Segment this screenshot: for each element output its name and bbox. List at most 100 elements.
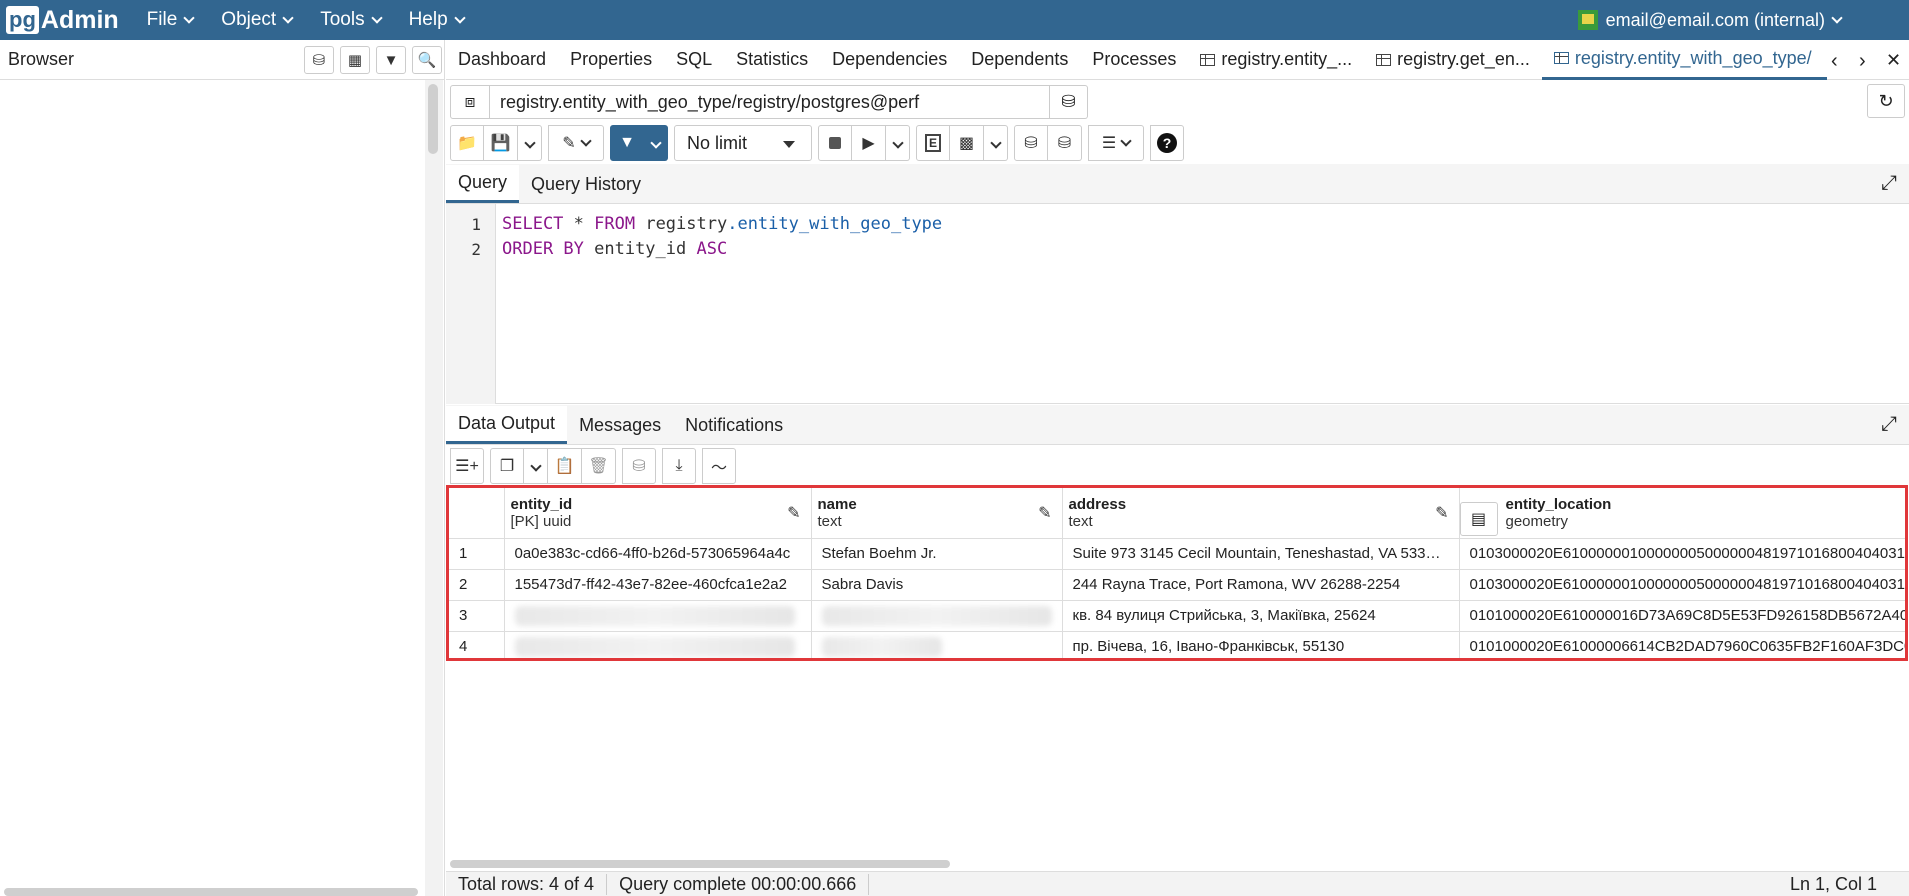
expand-icon[interactable]: ⤢: [1881, 413, 1897, 436]
cell-name[interactable]: Sabra Davis: [811, 569, 1063, 601]
connection-status-button[interactable]: ⧈: [450, 85, 490, 119]
paste-button[interactable]: 📋: [548, 448, 582, 484]
tab-data-output[interactable]: Data Output: [446, 406, 568, 444]
column-header-name[interactable]: name text ✎: [811, 488, 1063, 539]
cell-entity-location[interactable]: 0101000020E610000016D73A69C8D5E53FD92615…: [1459, 600, 1905, 632]
refresh-button[interactable]: ↻: [1867, 84, 1905, 118]
menu-help[interactable]: Help: [409, 9, 466, 31]
table-row[interactable]: 3 кв. 84 вулиця Стрийська, 3, Макіївка, …: [449, 600, 1905, 632]
view-data-button[interactable]: ▦: [340, 46, 370, 74]
explain-analyze-button[interactable]: ▩: [950, 125, 984, 161]
database-icon: ⛁: [1061, 92, 1076, 111]
open-file-button[interactable]: 📁: [450, 125, 484, 161]
cell-entity-id-redacted[interactable]: [504, 631, 812, 658]
filter-options-dropdown[interactable]: [644, 125, 668, 161]
cell-entity-location[interactable]: 0101000020E61000006614CB2DAD7960C0635FB2…: [1459, 631, 1905, 658]
user-avatar-icon: [1577, 10, 1598, 30]
tab-scroll-left-icon[interactable]: ‹: [1831, 50, 1838, 73]
pencil-icon: ✎: [562, 135, 576, 152]
table-row[interactable]: 1 0a0e383c-cd66-4ff0-b26d-573065964a4c S…: [449, 538, 1905, 570]
explain-button[interactable]: E: [916, 125, 950, 161]
cell-address[interactable]: 244 Rayna Trace, Port Ramona, WV 26288-2…: [1062, 569, 1460, 601]
column-header-entity-location[interactable]: ▤ entity_location geometry: [1459, 488, 1905, 539]
delete-button[interactable]: 🗑: [582, 448, 616, 484]
tab-scroll-right-icon[interactable]: ›: [1859, 50, 1866, 73]
tab-sql[interactable]: SQL: [664, 40, 724, 80]
menu-file[interactable]: File: [146, 9, 195, 31]
connection-selector[interactable]: registry.entity_with_geo_type/registry/p…: [490, 85, 1050, 119]
row-limit-select[interactable]: No limit: [674, 125, 812, 161]
help-button[interactable]: ?: [1150, 125, 1184, 161]
execute-options-dropdown[interactable]: [886, 125, 910, 161]
tab-statistics[interactable]: Statistics: [724, 40, 820, 80]
add-row-icon: ☰+: [455, 458, 479, 475]
data-toolbar: ☰+ ❐ 📋 🗑 ⛁ ⤓ 〜: [450, 447, 742, 485]
expand-icon[interactable]: ⤢: [1881, 172, 1897, 195]
stop-button[interactable]: [818, 125, 852, 161]
filter-button[interactable]: ▼: [610, 125, 644, 161]
cell-address[interactable]: Suite 973 3145 Cecil Mountain, Teneshast…: [1062, 538, 1460, 570]
line-numbers: 1 2: [446, 204, 496, 404]
cell-entity-location[interactable]: 0103000020E61000000100000005000000481971…: [1459, 538, 1905, 570]
commit-button[interactable]: ⛁: [1014, 125, 1048, 161]
menu-tools[interactable]: Tools: [320, 9, 383, 31]
pencil-icon: ✎: [787, 505, 801, 522]
copy-button[interactable]: ❐: [490, 448, 524, 484]
save-options-dropdown[interactable]: [518, 125, 542, 161]
tab-dependencies[interactable]: Dependencies: [820, 40, 959, 80]
tab-registry-entity[interactable]: registry.entity_...: [1188, 40, 1364, 80]
line-number: 2: [471, 240, 481, 259]
close-tab-icon[interactable]: ✕: [1886, 50, 1901, 71]
tab-query[interactable]: Query: [446, 165, 520, 203]
table-row[interactable]: 4 пр. Вічева, 16, Івано-Франківськ, 5513…: [449, 631, 1905, 658]
sql-editor[interactable]: 1 2 SELECT * FROM registry.entity_with_g…: [446, 204, 1909, 404]
cell-entity-id-redacted[interactable]: [504, 600, 812, 632]
tab-registry-entity-with-geo-type[interactable]: registry.entity_with_geo_type/: [1541, 40, 1827, 80]
cell-name[interactable]: Stefan Boehm Jr.: [811, 538, 1063, 570]
cell-name-redacted[interactable]: [811, 600, 1063, 632]
grid-horizontal-scrollbar[interactable]: [450, 860, 950, 868]
tab-messages[interactable]: Messages: [567, 406, 673, 444]
search-objects-button[interactable]: 🔍: [412, 46, 442, 74]
explain-options-dropdown[interactable]: [984, 125, 1008, 161]
edit-button[interactable]: ✎: [548, 125, 604, 161]
tab-notifications[interactable]: Notifications: [673, 406, 795, 444]
execute-button[interactable]: ▶: [852, 125, 886, 161]
browser-scroll-track: [425, 80, 443, 896]
save-file-button[interactable]: 💾: [484, 125, 518, 161]
tab-dashboard[interactable]: Dashboard: [446, 40, 558, 80]
menu-file-label: File: [146, 9, 178, 30]
tab-dependents[interactable]: Dependents: [959, 40, 1080, 80]
download-button[interactable]: ⤓: [662, 448, 696, 484]
cell-entity-location[interactable]: 0103000020E61000000100000005000000481971…: [1459, 569, 1905, 601]
table-row[interactable]: 2 155473d7-ff42-43e7-82ee-460cfca1e2a2 S…: [449, 569, 1905, 601]
browser-vertical-scrollbar[interactable]: [428, 84, 438, 154]
map-view-button[interactable]: ▤: [1459, 501, 1498, 536]
save-data-button[interactable]: ⛁: [622, 448, 656, 484]
tab-processes[interactable]: Processes: [1080, 40, 1188, 80]
redacted-blur: [821, 605, 1052, 626]
add-row-button[interactable]: ☰+: [450, 448, 484, 484]
tab-registry-entity-label: registry.entity_...: [1221, 49, 1353, 69]
query-tool-button[interactable]: ⛁: [304, 46, 334, 74]
cell-name-redacted[interactable]: [811, 631, 1063, 658]
macros-button[interactable]: ☰: [1088, 125, 1144, 161]
cell-address[interactable]: пр. Вічева, 16, Івано-Франківськ, 55130: [1062, 631, 1460, 658]
filtered-rows-button[interactable]: ▼: [376, 46, 406, 74]
menu-object[interactable]: Object: [221, 9, 294, 31]
tab-query-history[interactable]: Query History: [519, 165, 653, 203]
rollback-button[interactable]: ⛁: [1048, 125, 1082, 161]
graph-visualiser-button[interactable]: 〜: [702, 448, 736, 484]
cell-entity-id[interactable]: 155473d7-ff42-43e7-82ee-460cfca1e2a2: [504, 569, 812, 601]
new-connection-button[interactable]: ⛁: [1050, 85, 1088, 119]
tab-registry-get-en[interactable]: registry.get_en...: [1364, 40, 1542, 80]
column-header-entity-id[interactable]: entity_id [PK] uuid ✎: [504, 488, 812, 539]
column-header-address[interactable]: address text ✎: [1062, 488, 1460, 539]
cell-entity-id[interactable]: 0a0e383c-cd66-4ff0-b26d-573065964a4c: [504, 538, 812, 570]
user-menu[interactable]: email@email.com (internal): [1577, 0, 1843, 40]
browser-horizontal-scrollbar[interactable]: [4, 888, 418, 896]
cell-address[interactable]: кв. 84 вулиця Стрийська, 3, Макіївка, 25…: [1062, 600, 1460, 632]
chevron-down-icon: [282, 12, 294, 24]
copy-options-dropdown[interactable]: [524, 448, 548, 484]
tab-properties[interactable]: Properties: [558, 40, 664, 80]
